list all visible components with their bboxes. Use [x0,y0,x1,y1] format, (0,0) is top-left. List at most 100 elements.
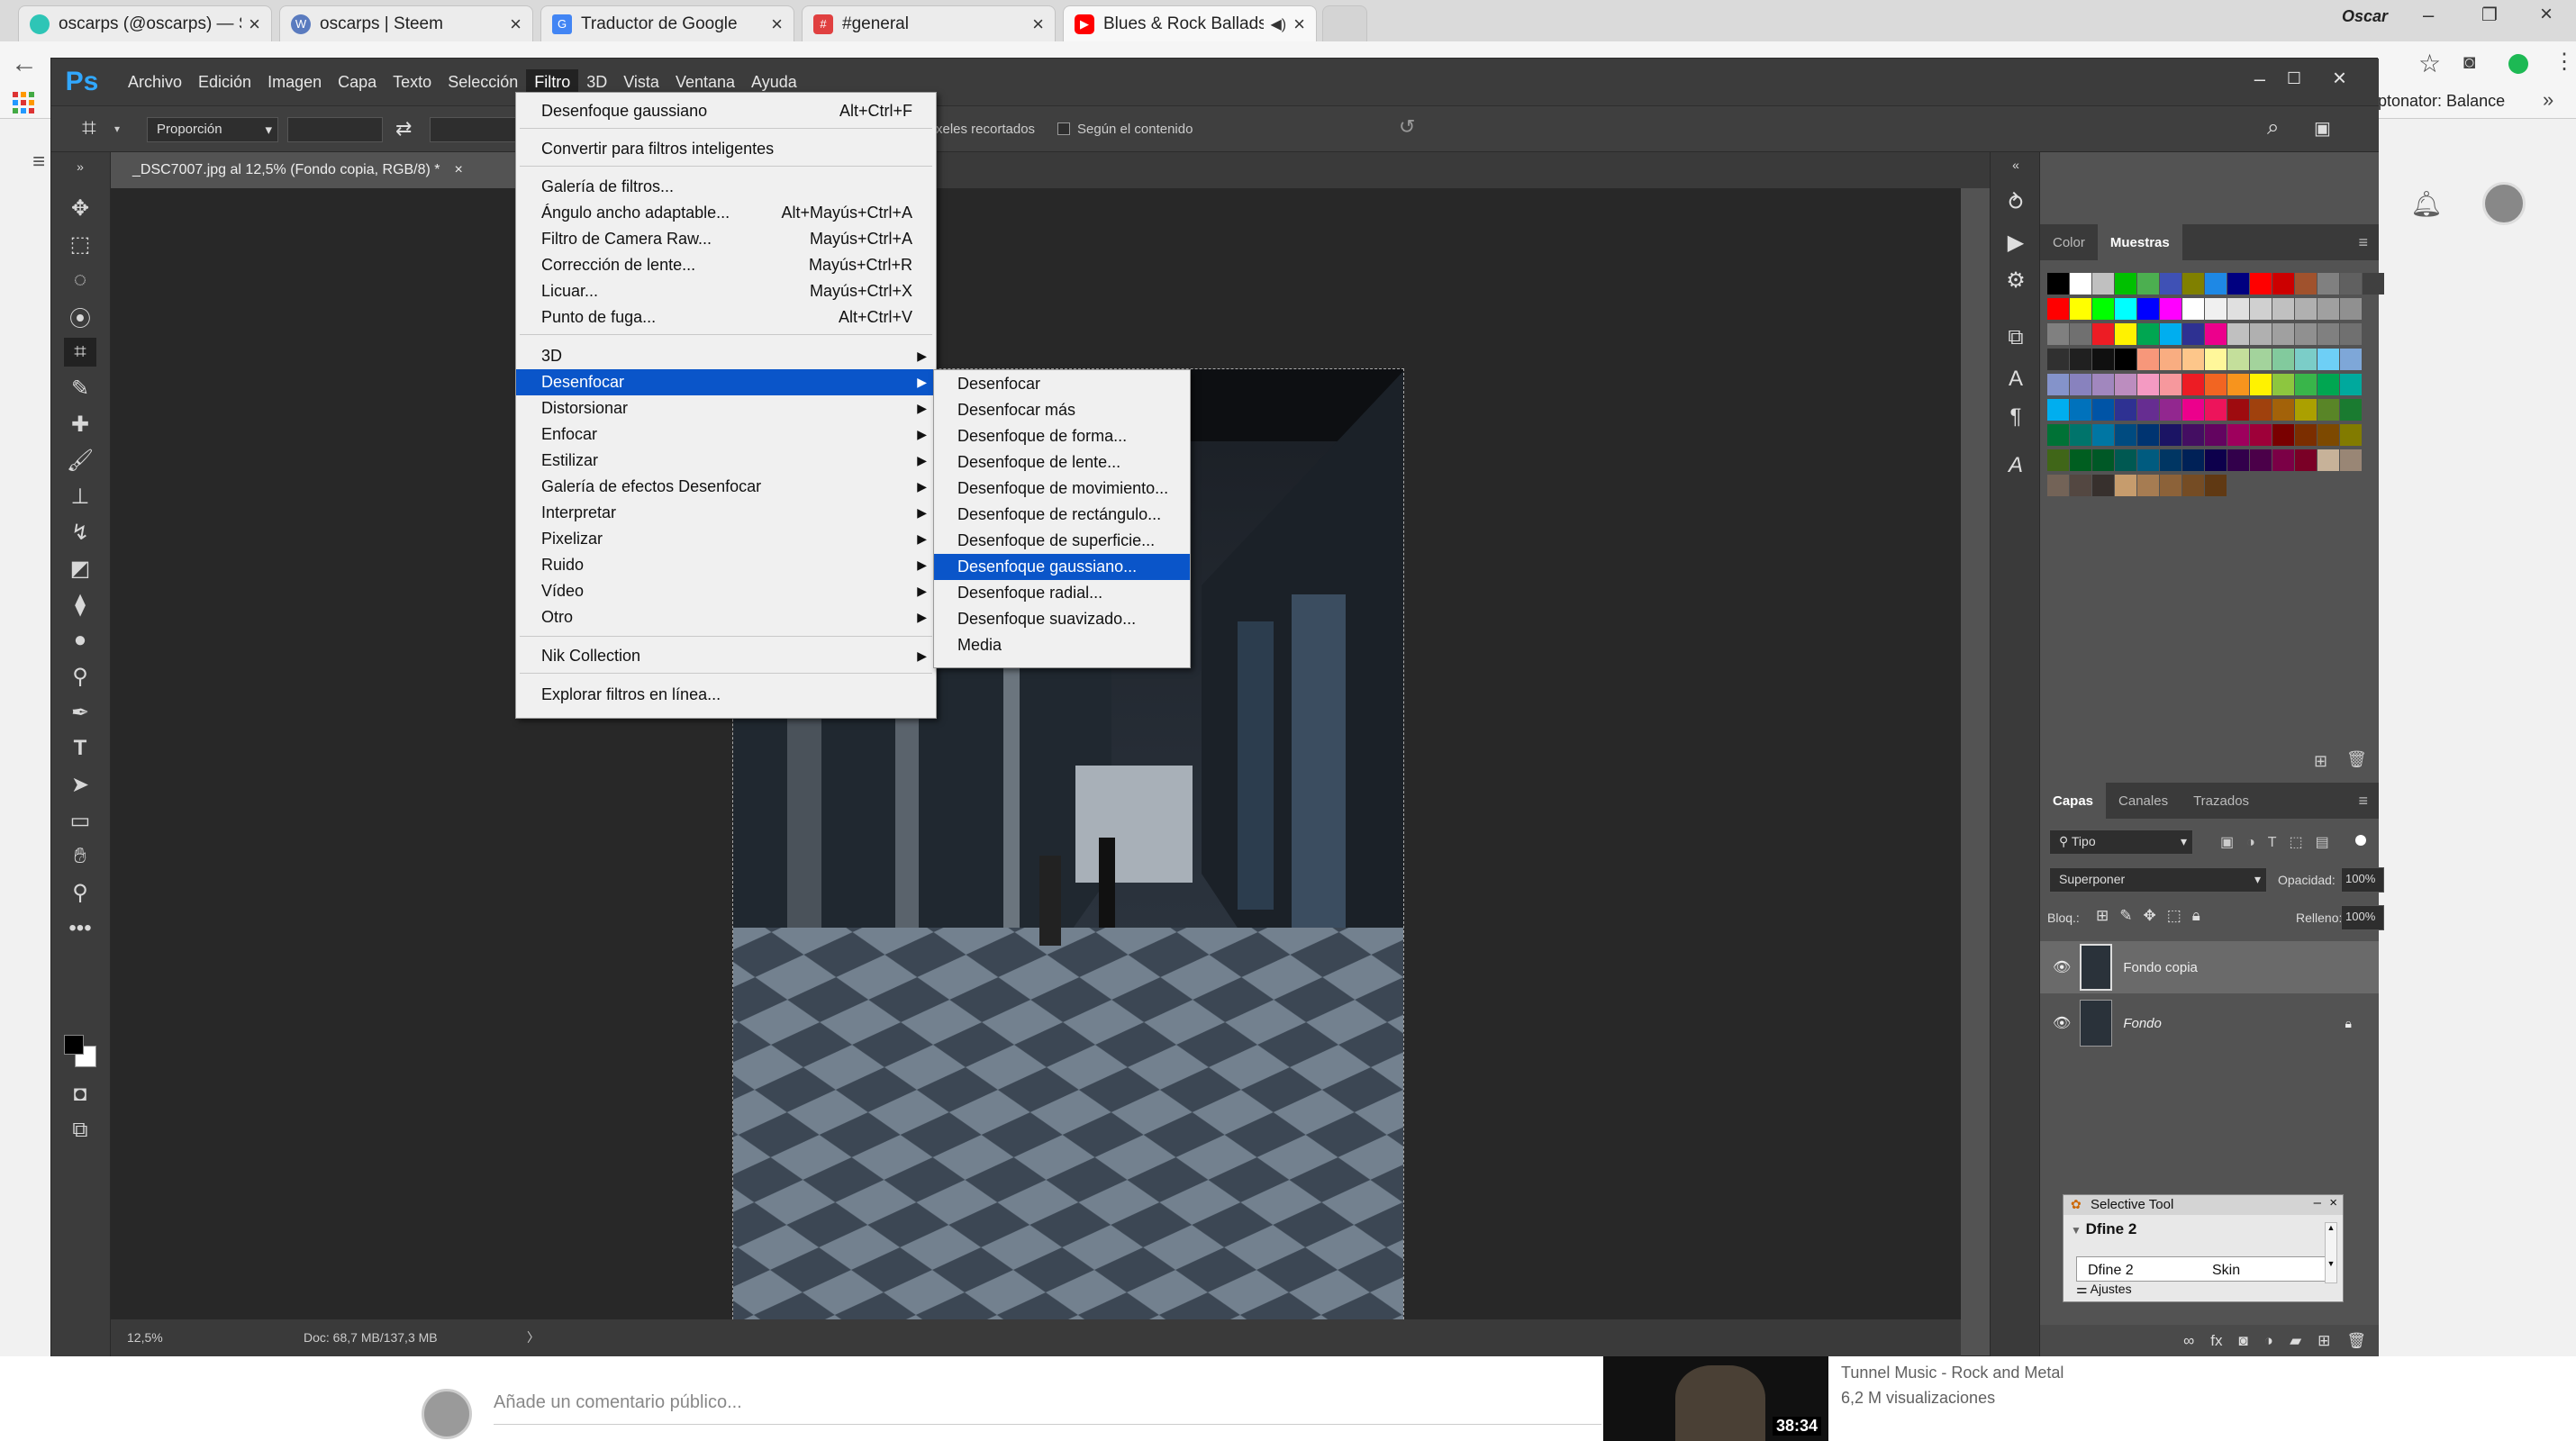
color-swatch[interactable] [2205,349,2227,370]
pen-tool-icon[interactable]: ✒ [64,698,96,727]
hand-tool-icon[interactable]: ✋︎ [64,842,96,871]
color-swatch[interactable] [2047,323,2069,345]
content-aware-checkbox[interactable] [1057,122,1070,135]
color-swatch[interactable] [2295,424,2317,446]
color-swatch[interactable] [2250,298,2272,320]
submenu-item-average[interactable]: Media [934,632,1190,658]
layer-row[interactable]: 👁︎ Fondo 🔒︎ [2040,997,2379,1049]
menu-item-sharpen[interactable]: Enfocar ▶ [516,421,936,448]
color-swatch[interactable] [2047,449,2069,471]
browser-tab-general[interactable]: # #general × [802,5,1056,41]
close-icon[interactable]: × [249,13,260,36]
color-swatch[interactable] [2047,424,2069,446]
avatar[interactable] [2482,182,2526,225]
menu-item-blur-gallery[interactable]: Galería de efectos Desenfocar ▶ [516,474,936,500]
selective-tool-footer[interactable]: ⚌ Ajustes [2076,1282,2132,1297]
color-swatch[interactable] [2317,349,2339,370]
zoom-tool-icon[interactable]: ⚲ [64,878,96,907]
brush-tool-icon[interactable]: 🖌︎ [64,446,96,475]
layer-filter-icons[interactable]: ▣◑T⬚▤ [2220,833,2342,851]
blend-mode-select[interactable]: Superponer ▾ [2049,867,2267,893]
color-swatch[interactable] [2227,399,2249,421]
color-swatch[interactable] [2295,349,2317,370]
menu-item-other[interactable]: Otro ▶ [516,604,936,630]
minimize-icon[interactable]: – [2314,1195,2321,1210]
menu-item-video[interactable]: Vídeo ▶ [516,578,936,604]
color-swatch[interactable] [2047,298,2069,320]
submenu-item-blur-more[interactable]: Desenfocar más [934,397,1190,423]
move-tool-icon[interactable]: ✥ [64,194,96,222]
color-swatch[interactable] [2160,323,2181,345]
list-item[interactable]: Skin [2212,1263,2240,1279]
color-swatch[interactable] [2160,349,2181,370]
chevron-down-icon[interactable]: ▾ [114,122,120,135]
color-swatch[interactable] [2137,374,2159,395]
color-swatch[interactable] [2363,273,2384,295]
menu-item-lens-correction[interactable]: Corrección de lente... Mayús+Ctrl+R [516,252,936,278]
color-swatch[interactable] [2205,323,2227,345]
opacity-input[interactable]: 100% [2341,867,2384,893]
color-swatch[interactable] [2205,449,2227,471]
color-swatch[interactable] [2317,273,2339,295]
color-swatch[interactable] [2092,349,2114,370]
screen-mode-icon[interactable]: ⧉ [64,1116,96,1145]
color-swatch[interactable] [2182,475,2204,496]
color-swatch[interactable] [2160,449,2181,471]
canvas-area[interactable] [111,188,1961,1409]
color-swatch[interactable] [2205,424,2227,446]
submenu-item-blur[interactable]: Desenfocar [934,371,1190,397]
color-swatch[interactable] [2070,399,2091,421]
quick-select-icon[interactable]: ⦿ [64,302,96,331]
color-swatch[interactable] [2070,323,2091,345]
tab-swatches[interactable]: Muestras [2097,224,2182,260]
color-swatch[interactable] [2070,349,2091,370]
color-swatch[interactable] [2182,349,2204,370]
actions-play-icon[interactable]: ▶ [2000,226,2032,258]
color-swatch[interactable] [2205,298,2227,320]
close-icon[interactable]: × [2329,1195,2337,1210]
minimize-icon[interactable]: – [2254,68,2265,91]
color-swatch[interactable] [2317,399,2339,421]
color-swatch[interactable] [2340,374,2362,395]
ratio-select[interactable]: Proporción ▾ [147,117,278,142]
lock-icons[interactable]: ⊞✎✥⬚🔒︎ [2096,907,2211,925]
video-thumbnail[interactable]: 38:34 [1603,1356,1828,1441]
color-swatch[interactable] [2182,424,2204,446]
dodge-tool-icon[interactable]: ⚲ [64,662,96,691]
close-icon[interactable]: × [455,162,463,178]
color-swatch[interactable] [2070,273,2091,295]
color-swatch[interactable] [2115,449,2136,471]
menu-capa[interactable]: Capa [330,69,385,95]
color-swatch[interactable] [2250,323,2272,345]
color-swatch[interactable] [2227,449,2249,471]
fill-input[interactable]: 100% [2341,905,2384,930]
color-swatch[interactable] [2227,323,2249,345]
chevron-right-icon[interactable]: » [2543,88,2553,112]
bookmark-star-icon[interactable]: ☆ [2418,49,2441,78]
color-swatch[interactable] [2205,374,2227,395]
width-input[interactable] [287,117,383,142]
profile-name[interactable]: Oscar [2342,7,2388,26]
color-swatch[interactable] [2272,374,2294,395]
tab-paths[interactable]: Trazados [2181,783,2262,819]
tab-channels[interactable]: Canales [2106,783,2181,819]
menu-seleccion[interactable]: Selección [440,69,526,95]
color-swatch[interactable] [2205,399,2227,421]
color-swatch[interactable] [2182,323,2204,345]
search-icon[interactable]: ⌕ [2267,115,2279,140]
menu-item-pixelate[interactable]: Pixelizar ▶ [516,526,936,552]
color-swatch[interactable] [2115,349,2136,370]
color-swatch[interactable] [2317,323,2339,345]
menu-archivo[interactable]: Archivo [120,69,190,95]
video-title[interactable]: Tunnel Music - Rock and Metal [1841,1364,2064,1382]
browser-tab-youtube[interactable]: ▶ Blues & Rock Ballads ◀) × [1063,5,1317,41]
color-swatch[interactable] [2160,424,2181,446]
color-swatch[interactable] [2250,349,2272,370]
scrollbar[interactable]: ▲ ▼ [2325,1222,2337,1283]
menu-edicion[interactable]: Edición [190,69,259,95]
layer-name[interactable]: Fondo copia [2123,960,2198,975]
eye-icon[interactable]: 👁︎ [2053,958,2071,976]
healing-brush-icon[interactable]: ✚ [64,410,96,439]
browser-tab-translate[interactable]: G Traductor de Google × [540,5,794,41]
panel-menu-icon[interactable]: ≡ [2358,792,2368,811]
